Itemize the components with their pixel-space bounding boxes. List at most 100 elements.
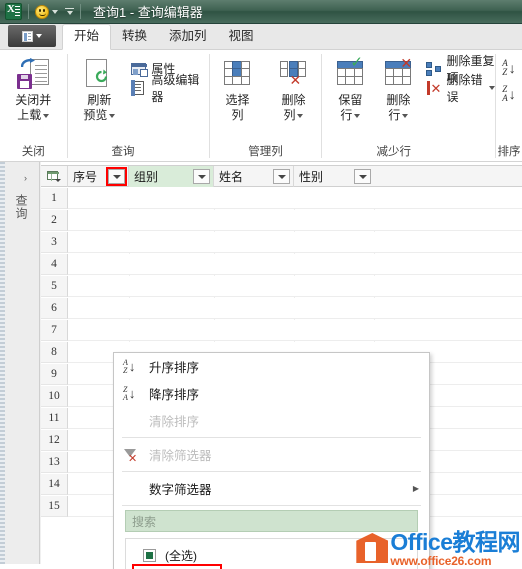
table-options-button[interactable] <box>41 166 68 187</box>
power-query-editor-window: 查询1 - 查询编辑器 开始 转换 添加列 视图 <box>0 0 522 569</box>
expand-chevron-icon[interactable]: › <box>24 173 27 183</box>
row-number[interactable]: 3 <box>41 232 68 253</box>
divider <box>28 4 29 19</box>
ribbon-group-query: 刷新 预览 属性 高级编辑器 查询 <box>67 50 208 162</box>
table-row[interactable] <box>68 298 522 319</box>
menu-item-label: 清除筛选器 <box>149 449 212 463</box>
sort-za-descending-icon: Z A ↓ <box>123 384 136 402</box>
spacer-icon <box>123 413 139 429</box>
column-filter-button-xingbie[interactable] <box>354 169 371 184</box>
editor-body: › 查询 序号 组别 姓名 性别 1 2 3 4 5 6 7 8 9 10 11… <box>0 162 522 569</box>
chevron-down-icon[interactable] <box>52 9 58 14</box>
column-header-label: 姓名 <box>219 170 244 184</box>
row-number[interactable]: 5 <box>41 276 68 297</box>
row-number[interactable]: 10 <box>41 386 68 407</box>
remove-errors-label: 删除错误 <box>446 72 483 104</box>
row-number[interactable]: 13 <box>41 452 68 473</box>
properties-icon <box>131 61 149 77</box>
pane-grip[interactable] <box>0 162 5 564</box>
menu-item-number-filters[interactable]: 数字筛选器 ▶ <box>114 475 429 502</box>
ribbon-group-reduce-rows: ✓ 保留 行 ✕ 删除 行 删除重复项 ✕ 删除错误 减少行 <box>322 50 496 162</box>
row-number[interactable]: 11 <box>41 408 68 429</box>
close-and-load-label-2: 上载 <box>17 108 42 122</box>
advanced-editor-button[interactable]: 高级编辑器 <box>131 73 208 104</box>
row-number[interactable]: 6 <box>41 298 68 319</box>
divider <box>122 471 421 472</box>
refresh-preview-button[interactable]: 刷新 预览 <box>71 55 127 123</box>
advanced-editor-label: 高级编辑器 <box>151 72 200 104</box>
arrow-down-icon: ↓ <box>508 60 516 76</box>
row-number[interactable]: 15 <box>41 496 68 517</box>
choose-columns-icon <box>221 58 253 90</box>
close-and-load-button[interactable]: 关闭并 上载 <box>5 55 61 123</box>
remove-rows-button[interactable]: ✕ 删除 行 <box>374 55 422 123</box>
check-icon: ✓ <box>350 54 363 71</box>
queries-pane-label: 查询 <box>14 194 28 220</box>
column-header-xingming[interactable]: 姓名 <box>214 166 294 187</box>
row-number[interactable]: 7 <box>41 320 68 341</box>
menu-item-clear-filter: ✕ 清除筛选器 <box>114 441 429 468</box>
chevron-right-icon: ▶ <box>412 484 419 493</box>
column-filter-button-xuhao[interactable] <box>106 167 127 186</box>
row-number[interactable]: 12 <box>41 430 68 451</box>
tab-home[interactable]: 开始 <box>62 24 112 50</box>
remove-rows-label-2: 行 <box>388 108 401 122</box>
checkbox-partial-icon[interactable] <box>143 548 156 562</box>
sort-descending-button[interactable]: ZA ↓ <box>496 84 522 104</box>
remove-errors-button[interactable]: ✕ 删除错误 <box>426 73 496 104</box>
table-row[interactable] <box>68 232 522 253</box>
keep-rows-button[interactable]: ✓ 保留 行 <box>326 55 374 123</box>
divider <box>122 437 421 438</box>
remove-columns-button[interactable]: ✕ 删除 列 <box>265 55 321 123</box>
row-number[interactable]: 4 <box>41 254 68 275</box>
ribbon-group-sort: AZ ↓ ZA ↓ 排序 <box>496 50 522 162</box>
column-header-xuhao[interactable]: 序号 <box>68 166 129 187</box>
menu-item-label: 降序排序 <box>149 388 200 402</box>
remove-errors-icon: ✕ <box>426 80 442 96</box>
menu-item-label: 数字筛选器 <box>149 483 212 497</box>
table-row[interactable] <box>68 276 522 297</box>
column-filter-button-zubie[interactable] <box>193 169 210 184</box>
keep-rows-icon: ✓ <box>334 54 366 90</box>
choose-columns-button[interactable]: 选择 列 <box>209 55 265 123</box>
table-row[interactable] <box>68 210 522 231</box>
row-number[interactable]: 9 <box>41 364 68 385</box>
column-header-label: 性别 <box>299 170 324 184</box>
row-number[interactable]: 8 <box>41 342 68 363</box>
remove-columns-label-1: 删除 <box>281 93 306 107</box>
tab-view[interactable]: 视图 <box>218 25 265 49</box>
refresh-preview-label-1: 刷新 <box>87 93 112 107</box>
refresh-arrow-icon <box>96 69 108 83</box>
queries-pane-collapsed[interactable]: › 查询 <box>0 162 40 564</box>
delete-x-icon: ✕ <box>289 72 302 88</box>
row-number[interactable]: 14 <box>41 474 68 495</box>
row-number[interactable]: 1 <box>41 188 68 209</box>
menu-item-sort-ascending[interactable]: A Z ↓ 升序排序 <box>114 353 429 380</box>
smiley-face-icon[interactable] <box>35 4 49 19</box>
list-item-select-all[interactable]: (全选) <box>126 544 417 566</box>
column-filter-button-xingming[interactable] <box>273 169 290 184</box>
table-row[interactable] <box>68 254 522 275</box>
advanced-editor-icon <box>131 79 147 96</box>
quick-access-toolbar-dropdown-icon[interactable] <box>65 8 74 15</box>
ribbon-tab-strip: 开始 转换 添加列 视图 <box>0 24 522 50</box>
column-filter-dropdown: A Z ↓ 升序排序 Z A ↓ 降序排序 清除排序 ✕ 清除筛选器 数字筛选器… <box>113 352 430 569</box>
search-input[interactable]: 搜索 <box>125 510 418 532</box>
column-header-xingbie[interactable]: 性别 <box>294 166 374 187</box>
sort-ascending-button[interactable]: AZ ↓ <box>496 58 522 78</box>
delete-x-icon: ✕ <box>400 55 413 71</box>
column-header-zubie[interactable]: 组别 <box>129 166 214 187</box>
table-row[interactable] <box>68 188 522 209</box>
menu-item-sort-descending[interactable]: Z A ↓ 降序排序 <box>114 380 429 407</box>
table-row[interactable] <box>68 320 522 341</box>
filter-value-list[interactable]: (全选) (null) 1 2 3 <box>125 538 418 569</box>
file-menu-button[interactable] <box>8 25 56 47</box>
row-number[interactable]: 2 <box>41 210 68 231</box>
refresh-preview-icon <box>83 58 115 90</box>
ribbon-group-label-reduce-rows: 减少行 <box>376 146 411 158</box>
sort-az-ascending-icon: A Z ↓ <box>123 357 136 375</box>
tab-transform[interactable]: 转换 <box>111 25 158 49</box>
table-options-icon <box>47 171 61 182</box>
tab-add-column[interactable]: 添加列 <box>158 25 218 49</box>
close-and-load-label-1: 关闭并 <box>15 93 52 107</box>
